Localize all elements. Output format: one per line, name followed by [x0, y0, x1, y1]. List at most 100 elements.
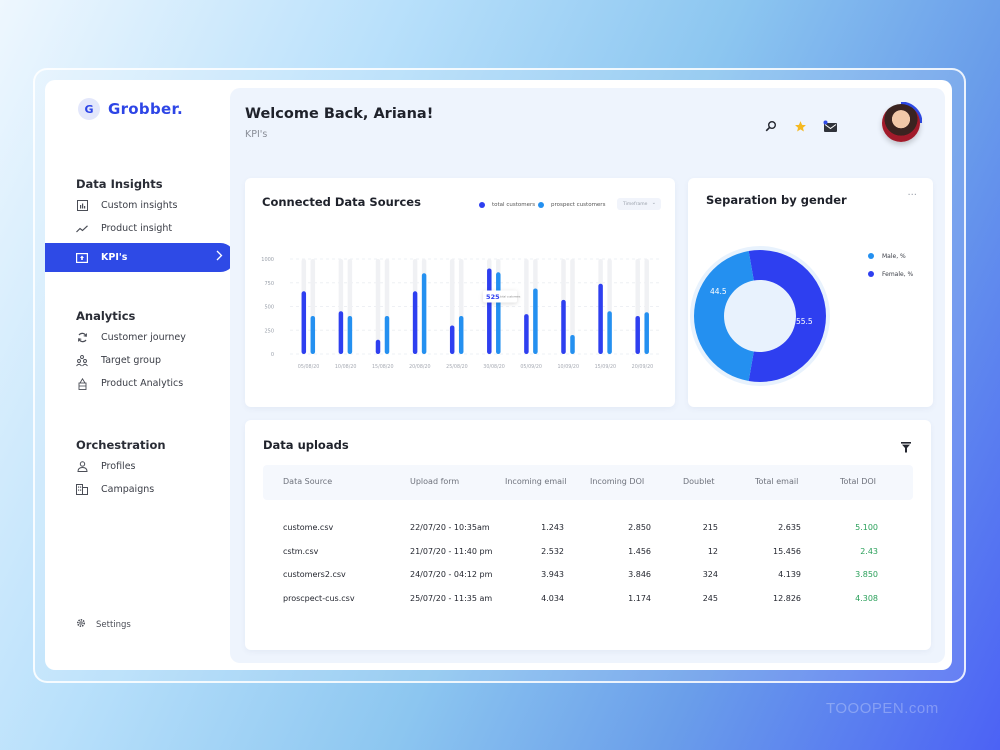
table-row[interactable]: customers2.csv 24/07/20 - 04:12 pm 3.943 3.…	[263, 564, 913, 587]
column-header[interactable]: Doublet	[683, 477, 714, 486]
settings-link[interactable]: Settings	[76, 618, 131, 631]
legend-prospect-customers[interactable]: prospect customers	[538, 202, 605, 208]
user-avatar-wrapper[interactable]	[880, 102, 922, 144]
bar-prospect-customers[interactable]	[570, 335, 575, 354]
more-options-icon[interactable]: ···	[907, 190, 917, 201]
app-window: G Grobber. Data Insights Custom insights…	[45, 80, 952, 670]
filter-icon[interactable]	[901, 438, 911, 457]
column-header[interactable]: Incoming DOI	[590, 477, 644, 486]
table-cell: 1.174	[628, 593, 651, 603]
table-cell: 12	[707, 546, 718, 556]
bar-total-customers[interactable]	[561, 299, 566, 354]
table-cell: 245	[702, 593, 718, 603]
user-icon	[76, 461, 88, 473]
logo[interactable]: G Grobber.	[78, 98, 183, 120]
settings-label: Settings	[96, 619, 131, 630]
chevron-right-icon	[216, 250, 223, 264]
table-cell: 12.826	[773, 593, 801, 603]
sidebar-item-campaigns[interactable]: Campaigns	[45, 478, 235, 501]
bar-total-customers[interactable]	[524, 314, 529, 354]
bar-prospect-customers[interactable]	[384, 316, 390, 354]
sidebar-item-product-insight[interactable]: Product insight	[45, 217, 235, 240]
x-tick-label: 20/08/20	[409, 364, 431, 370]
legend-label-female[interactable]: Female, %	[882, 271, 914, 278]
table-cell: 24/07/20 - 04:12 pm	[410, 570, 493, 579]
legend-label-male[interactable]: Male, %	[882, 253, 906, 260]
sidebar-item-label: Product Analytics	[101, 378, 184, 389]
table-row[interactable]: proscpect-cus.csv 25/07/20 - 11:35 am 4.03…	[263, 588, 913, 611]
bar-prospect-customers[interactable]	[607, 311, 612, 354]
tooltip-label: total customers	[500, 295, 521, 299]
sidebar-item-label: Custom insights	[101, 200, 178, 211]
connected-data-sources-card: Connected Data Sources total customers p…	[245, 178, 675, 407]
bar-total-customers[interactable]	[635, 316, 640, 354]
timeframe-dropdown[interactable]: Timeframe ⌄	[617, 198, 661, 210]
bar-total-customers[interactable]	[598, 283, 603, 354]
refresh-icon	[76, 332, 88, 344]
legend-label: prospect customers	[551, 202, 606, 208]
page-title: Welcome Back, Ariana!	[245, 106, 434, 122]
bar-total-customers[interactable]	[449, 325, 455, 355]
column-header[interactable]: Data Source	[283, 477, 332, 486]
column-header[interactable]: Upload form	[410, 477, 459, 486]
mail-icon[interactable]	[823, 120, 838, 137]
table-cell: 3.943	[541, 570, 564, 579]
bar-prospect-customers[interactable]	[496, 272, 501, 354]
sidebar-item-customer-journey[interactable]: Customer journey	[45, 326, 235, 349]
bar-chart-icon	[76, 200, 88, 212]
table-cell: 2.850	[628, 523, 651, 532]
sidebar-item-label: KPI's	[101, 252, 128, 263]
legend-dot	[868, 271, 874, 277]
table-cell: 215	[702, 523, 718, 532]
bar-prospect-customers[interactable]	[310, 316, 316, 354]
card-title: Connected Data Sources	[262, 195, 421, 209]
bar-total-customers[interactable]	[412, 291, 418, 354]
table-cell: 3.846	[628, 570, 651, 579]
sidebar: G Grobber. Data Insights Custom insights…	[45, 80, 235, 670]
sidebar-item-label: Product insight	[101, 223, 173, 234]
card-title: Separation by gender	[706, 193, 847, 207]
data-uploads-card: Data uploads Data Source Upload form Inc…	[245, 420, 931, 650]
sidebar-item-product-analytics[interactable]: Product Analytics	[45, 372, 235, 395]
column-header[interactable]: Total DOI	[840, 477, 876, 486]
bar-prospect-customers[interactable]	[421, 273, 427, 354]
column-header[interactable]: Total email	[755, 477, 798, 486]
bar-prospect-customers[interactable]	[347, 316, 353, 354]
column-header[interactable]: Incoming email	[505, 477, 567, 486]
bar-prospect-customers[interactable]	[533, 288, 538, 354]
table-cell: 4.034	[541, 593, 564, 603]
y-tick-label: 500	[264, 305, 274, 311]
sidebar-item-custom-insights[interactable]: Custom insights	[45, 194, 235, 217]
search-icon[interactable]	[765, 120, 777, 136]
star-icon[interactable]	[794, 120, 807, 137]
table-row[interactable]: cstm.csv 21/07/20 - 11:40 pm 2.532 1.456 12 1…	[263, 541, 913, 564]
table-cell: 324	[702, 570, 718, 579]
sidebar-item-target-group[interactable]: Target group	[45, 349, 235, 372]
sidebar-item-label: Profiles	[101, 461, 136, 472]
dropdown-value: Timeframe	[623, 201, 648, 207]
bar-total-customers[interactable]	[338, 311, 344, 354]
sidebar-item-kpis[interactable]: KPI's	[45, 243, 235, 272]
bar-total-customers[interactable]	[487, 268, 492, 355]
bar-total-customers[interactable]	[301, 291, 307, 354]
gender-card: Separation by gender ··· 44.5 55.5 Male, %…	[688, 178, 933, 407]
logo-badge: G	[78, 98, 100, 120]
y-tick-label: 1000	[261, 257, 274, 263]
legend-total-customers[interactable]: total customers	[479, 202, 535, 208]
table-cell: 1.456	[628, 546, 651, 556]
bar-total-customers[interactable]	[375, 339, 381, 354]
header-actions	[765, 100, 945, 150]
bar-prospect-customers[interactable]	[458, 316, 464, 354]
table-cell: 22/07/20 - 10:35am	[410, 523, 490, 532]
table-cell: 25/07/20 - 11:35 am	[410, 593, 493, 603]
bar-prospect-customers[interactable]	[644, 312, 649, 354]
group-icon	[76, 354, 88, 367]
sidebar-item-profiles[interactable]: Profiles	[45, 455, 235, 478]
x-tick-label: 25/08/20	[446, 364, 468, 370]
table-cell: 5.100	[855, 523, 878, 532]
table-cell: customers2.csv	[283, 570, 346, 579]
legend-dot	[868, 253, 874, 259]
table-cell: 2.532	[541, 546, 564, 556]
table-row[interactable]: custome.csv 22/07/20 - 10:35am 1.243 2.850 2…	[263, 517, 913, 540]
nav-section-orchestration: Orchestration Profiles Campaigns	[45, 435, 235, 501]
